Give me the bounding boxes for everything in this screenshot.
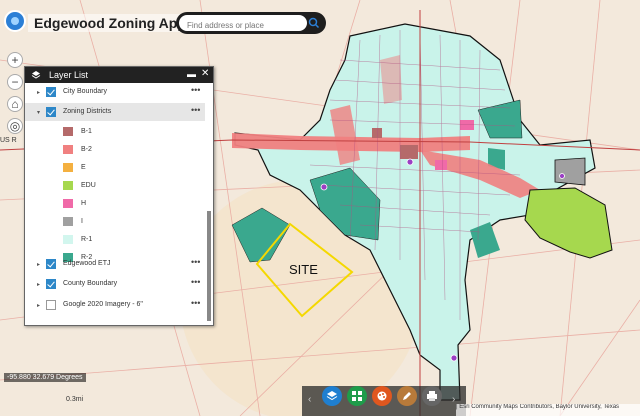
layer-label: County Boundary	[63, 280, 118, 287]
legend-label: EDU	[81, 182, 96, 189]
scale-bar-label: 0.3mi	[66, 396, 84, 403]
layer-edgewood-etj[interactable]: ▸ Edgewood ETJ •••	[25, 255, 205, 273]
layer-checkbox[interactable]	[46, 300, 56, 310]
layer-label: Google 2020 Imagery - 6"	[63, 301, 143, 308]
layer-google-imagery[interactable]: ▸ Google 2020 Imagery - 6" •••	[25, 296, 205, 314]
layer-checkbox[interactable]	[46, 259, 56, 269]
draw-button[interactable]	[397, 386, 417, 406]
legend-label: B-1	[81, 128, 92, 135]
legend-item: E	[25, 160, 205, 176]
chevron-right-icon[interactable]: ▸	[37, 89, 40, 96]
search-box	[176, 12, 326, 34]
legend-item: B-1	[25, 124, 205, 140]
app-logo-icon	[4, 10, 26, 32]
more-options-icon[interactable]: •••	[191, 298, 200, 308]
layers-icon	[31, 71, 41, 79]
layer-city-boundary[interactable]: ▸ City Boundary •••	[25, 83, 205, 101]
legend-swatch	[63, 145, 73, 154]
locate-button[interactable]: ◎	[7, 118, 23, 134]
layer-list-header: Layer List ▬ ✕	[25, 67, 213, 83]
layer-label: Edgewood ETJ	[63, 260, 111, 267]
legend-swatch	[63, 181, 73, 190]
zoom-out-button[interactable]: −	[7, 74, 23, 90]
legend-label: E	[81, 164, 86, 171]
chevron-right-icon[interactable]: ▸	[37, 302, 40, 309]
site-label: SITE	[289, 262, 318, 277]
legend-swatch	[63, 199, 73, 208]
legend-label: B-2	[81, 146, 92, 153]
map-attribution: | Esri Community Maps Contributors, Bayl…	[456, 404, 640, 416]
legend-item: EDU	[25, 178, 205, 194]
legend-item: H	[25, 196, 205, 212]
locate-icon: ◎	[9, 119, 21, 133]
home-icon: ⌂	[11, 97, 19, 111]
legend-label: H	[81, 200, 87, 207]
more-options-icon[interactable]: •••	[191, 277, 200, 287]
search-input[interactable]	[179, 17, 307, 34]
layer-county-boundary[interactable]: ▸ County Boundary •••	[25, 275, 205, 293]
search-icon	[308, 17, 320, 29]
more-options-icon[interactable]: •••	[191, 257, 200, 267]
layer-list-panel: Layer List ▬ ✕ ▸ City Boundary ••• ▾ Zon…	[24, 66, 214, 326]
pencil-icon	[403, 392, 411, 400]
layers-icon	[326, 391, 338, 401]
more-options-icon[interactable]: •••	[191, 105, 200, 115]
chevron-left-icon[interactable]: ‹	[308, 394, 311, 405]
layer-label: City Boundary	[63, 88, 107, 95]
legend-label: R-1	[81, 236, 93, 243]
chevron-right-icon[interactable]: ▸	[37, 281, 40, 288]
legend-swatch	[63, 235, 73, 244]
layer-label: Zoning Districts	[63, 108, 112, 115]
layer-zoning-districts[interactable]: ▾ Zoning Districts •••	[25, 103, 205, 121]
chevron-down-icon[interactable]: ▾	[37, 109, 40, 116]
printer-icon	[427, 391, 437, 401]
layer-list-title: Layer List	[49, 70, 89, 80]
minus-icon: −	[11, 75, 19, 89]
layer-checkbox[interactable]	[46, 87, 56, 97]
legend-item: I	[25, 214, 205, 230]
close-icon[interactable]: ✕	[201, 68, 209, 79]
search-button[interactable]	[306, 15, 322, 31]
chevron-right-icon[interactable]: ›	[452, 394, 455, 405]
search-field-wrap	[179, 15, 307, 34]
panel-scrollbar[interactable]	[207, 211, 211, 321]
basemap-gallery-button[interactable]	[347, 386, 367, 406]
layer-list-button[interactable]	[322, 386, 342, 406]
legend-item: R-1	[25, 232, 205, 248]
legend-swatch	[63, 217, 73, 226]
grid-icon	[352, 391, 362, 401]
zoom-in-button[interactable]: +	[7, 52, 23, 68]
minimize-icon[interactable]: ▬	[187, 69, 196, 79]
legend-label: I	[81, 218, 83, 225]
legend-button[interactable]	[372, 386, 392, 406]
more-options-icon[interactable]: •••	[191, 85, 200, 95]
home-button[interactable]: ⌂	[7, 96, 23, 112]
legend-swatch	[63, 163, 73, 172]
coordinate-readout: -95.880 32.679 Degrees	[4, 373, 86, 382]
layer-checkbox[interactable]	[46, 107, 56, 117]
legend-item: B-2	[25, 142, 205, 158]
app-header: Edgewood Zoning App Public	[0, 0, 640, 44]
plus-icon: +	[11, 53, 19, 67]
map-road-label: US R	[0, 137, 17, 144]
layer-checkbox[interactable]	[46, 279, 56, 289]
palette-icon	[377, 391, 387, 401]
print-button[interactable]	[422, 386, 442, 406]
chevron-right-icon[interactable]: ▸	[37, 261, 40, 268]
legend-swatch	[63, 127, 73, 136]
